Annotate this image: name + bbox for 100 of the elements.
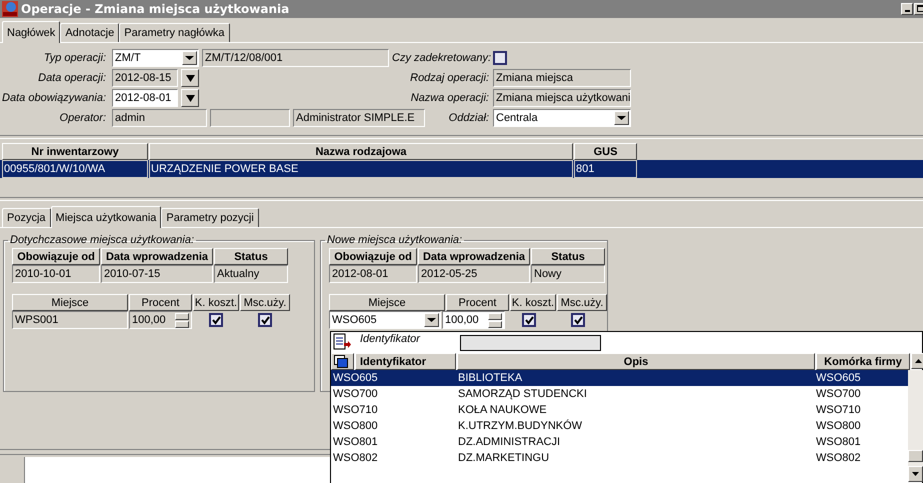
field-label: Typ operacji: xyxy=(42,52,107,64)
column-header: Data wprowadzenia xyxy=(418,248,530,265)
column-header[interactable]: GUS xyxy=(574,143,637,160)
table-cell-text: SAMORZĄD STUDENCKI xyxy=(458,388,588,400)
table-cell-text: WSO802 xyxy=(816,452,862,464)
table-cell-text: WSO700 xyxy=(816,388,862,400)
table-row[interactable]: 00955/801/W/10/WA URZĄDZENIE POWER BASE 801 xyxy=(0,160,923,178)
column-header: Status xyxy=(214,248,288,265)
minimize-button[interactable] xyxy=(901,3,913,15)
spinner-icon[interactable] xyxy=(488,312,502,328)
table-cell: 00955/801/W/10/WA xyxy=(2,160,148,178)
column-header[interactable]: Identyfikator xyxy=(355,353,456,370)
value-field: Aktualny xyxy=(214,265,288,283)
tab[interactable]: Miejsca użytkowania xyxy=(50,206,162,228)
field-label: Nazwa operacji: xyxy=(410,92,490,104)
table-cell-text: KOŁA NAUKOWE xyxy=(458,404,548,416)
table-cell-text: WSO605 xyxy=(816,372,862,384)
window-icon xyxy=(334,355,348,368)
value-field: 2010-10-01 xyxy=(12,265,100,283)
table-cell-text: DZ.MARKETINGU xyxy=(458,452,550,464)
checkbox[interactable] xyxy=(258,313,272,327)
column-header: Obowiązuje od xyxy=(12,248,100,265)
column-header[interactable]: Komórka firmy xyxy=(816,353,910,370)
table-cell-text: WSO700 xyxy=(333,388,379,400)
group-title: Nowe miejsca użytkowania: xyxy=(326,234,464,246)
table-cell: 801 xyxy=(574,160,637,178)
scroll-thumb[interactable] xyxy=(908,450,923,462)
table-cell-text: WSO800 xyxy=(333,420,379,432)
column-header: K. koszt. xyxy=(510,294,556,311)
group-title: Dotychczasowe miejsca użytkowania: xyxy=(9,234,196,246)
date-field: 2012-08-15 xyxy=(112,69,178,87)
table-cell: URZĄDZENIE POWER BASE xyxy=(149,160,573,178)
checkbox[interactable] xyxy=(209,313,223,327)
column-header[interactable] xyxy=(331,353,354,370)
value-field: 2012-08-01 xyxy=(329,265,417,283)
table-cell-text: BIBLIOTEKA xyxy=(458,372,524,384)
table-cell-text: WSO710 xyxy=(816,404,862,416)
maximize-button[interactable] xyxy=(914,3,923,15)
table-cell-text: WSO801 xyxy=(333,436,379,448)
place-dropdown[interactable]: WSO605 xyxy=(329,311,441,329)
tab[interactable]: Parametry nagłówka xyxy=(119,23,230,42)
kind-field: Zmiana miejsca xyxy=(493,69,631,87)
app-icon xyxy=(2,1,18,17)
filter-label: Identyfikator xyxy=(360,333,422,345)
value-field: 2012-05-25 xyxy=(418,265,530,283)
table-cell-text: K.UTRZYM.BUDYNKÓW xyxy=(458,420,584,432)
field-label: Data operacji: xyxy=(37,72,107,84)
operator-name-field: Administrator SIMPLE.E xyxy=(293,109,425,127)
list-row[interactable]: WSO700 SAMORZĄD STUDENCKI WSO700 xyxy=(331,386,908,402)
name-field: Zmiana miejsca użytkowani xyxy=(493,89,631,107)
field-label: Czy zadekretowany: xyxy=(392,52,492,64)
field-label: Operator: xyxy=(58,112,107,124)
tab[interactable]: Nagłówek xyxy=(2,21,60,43)
column-header: Procent xyxy=(446,294,509,311)
list-row[interactable]: WSO801 DZ.ADMINISTRACJI WSO801 xyxy=(331,434,908,450)
scrollbar[interactable] xyxy=(908,370,923,482)
table-cell-text: WSO710 xyxy=(333,404,379,416)
table-cell-text: WSO605 xyxy=(333,372,379,384)
column-header: Msc.uży. xyxy=(240,294,290,311)
number-field: ZM/T/12/08/001 xyxy=(202,49,389,67)
date-field[interactable]: 2012-08-01 xyxy=(112,89,178,107)
document-arrow-icon[interactable] xyxy=(333,333,351,351)
list-row[interactable]: WSO800 K.UTRZYM.BUDYNKÓW WSO800 xyxy=(331,418,908,434)
table-cell-text: WSO802 xyxy=(333,452,379,464)
login-field: admin xyxy=(112,109,207,127)
checkbox[interactable] xyxy=(493,51,507,65)
filter-field[interactable] xyxy=(460,335,601,351)
place-field: WPS001 xyxy=(12,311,128,329)
column-header[interactable]: Nr inwentarzowy xyxy=(2,143,148,160)
list-row[interactable]: WSO605 BIBLIOTEKA WSO605 xyxy=(331,370,908,386)
type-dropdown[interactable]: ZM/T xyxy=(112,49,199,67)
column-header: Miejsce xyxy=(12,294,128,311)
field-label: Data obowiązywania: xyxy=(1,92,107,104)
column-header: Data wprowadzenia xyxy=(101,248,213,265)
tab[interactable]: Pozycja xyxy=(2,208,51,227)
field-label: Rodzaj operacji: xyxy=(409,72,490,84)
list-row[interactable]: WSO710 KOŁA NAUKOWE WSO710 xyxy=(331,402,908,418)
column-header: K. koszt. xyxy=(193,294,239,311)
column-header: Status xyxy=(531,248,605,265)
spinner-icon[interactable] xyxy=(175,312,189,328)
column-header[interactable]: Opis xyxy=(457,353,815,370)
scroll-up-icon[interactable] xyxy=(911,353,923,369)
column-header: Miejsce xyxy=(329,294,445,311)
window-title: Operacje - Zmiana miejsca użytkowania xyxy=(21,2,290,16)
checkbox[interactable] xyxy=(522,313,536,327)
value-field: 2010-07-15 xyxy=(101,265,213,283)
percent-field[interactable]: 100,00 xyxy=(442,311,505,329)
checkbox[interactable] xyxy=(571,313,585,327)
table-cell-text: DZ.ADMINISTRACJI xyxy=(458,436,562,448)
list-row[interactable]: WSO802 DZ.MARKETINGU WSO802 xyxy=(331,450,908,466)
table-cell-text: WSO800 xyxy=(816,420,862,432)
column-header[interactable]: Nazwa rodzajowa xyxy=(149,143,573,160)
value-field: Nowy xyxy=(531,265,605,283)
tab[interactable]: Parametry pozycji xyxy=(161,208,259,227)
tab[interactable]: Adnotacje xyxy=(60,23,120,42)
scroll-down-icon[interactable] xyxy=(908,466,923,482)
branch-dropdown[interactable]: Centrala xyxy=(493,109,631,127)
percent-field[interactable]: 100,00 xyxy=(129,311,192,329)
column-header: Procent xyxy=(129,294,192,311)
column-header: Msc.uży. xyxy=(557,294,607,311)
